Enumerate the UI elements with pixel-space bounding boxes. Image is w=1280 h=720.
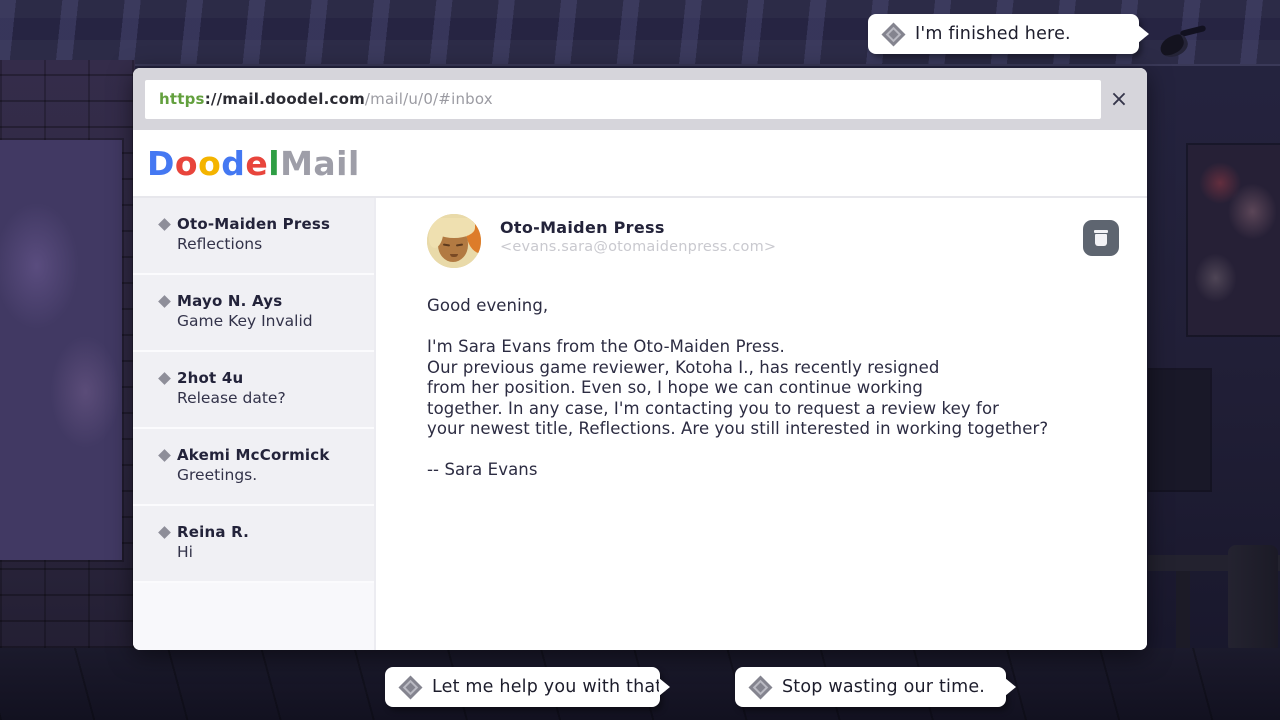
body-line: I'm Sara Evans from the Oto-Maiden Press… xyxy=(427,337,1119,358)
url-host: ://mail.doodel.com xyxy=(205,90,365,108)
mail-item-subject: Game Key Invalid xyxy=(177,312,364,330)
mail-item-sender: Akemi McCormick xyxy=(177,446,330,464)
ceiling-lamp xyxy=(1160,28,1206,58)
mail-list-item-mayo-n-ays[interactable]: Mayo N. Ays Game Key Invalid xyxy=(133,275,374,352)
bubble-tail xyxy=(1005,678,1016,696)
choice-label: Stop wasting our time. xyxy=(782,677,985,697)
body-line xyxy=(427,440,1119,461)
logo-letter: o xyxy=(175,144,198,183)
mail-item-sender: Mayo N. Ays xyxy=(177,292,282,310)
logo-letter: l xyxy=(268,144,280,183)
logo-letter: o xyxy=(198,144,221,183)
message-body: Good evening, I'm Sara Evans from the Ot… xyxy=(427,296,1119,481)
trash-icon xyxy=(1094,230,1108,246)
diamond-bullet-icon xyxy=(158,372,171,385)
body-line: Our previous game reviewer, Kotoha I., h… xyxy=(427,358,1119,379)
trash-can-silhouette xyxy=(1228,545,1278,655)
avatar xyxy=(427,214,481,268)
choice-label: I'm finished here. xyxy=(915,24,1071,44)
message-sender-address: <evans.sara@otomaidenpress.com> xyxy=(500,239,776,255)
logo-letter: d xyxy=(221,144,245,183)
browser-chrome: https://mail.doodel.com/mail/u/0/#inbox … xyxy=(133,68,1147,130)
message-header: Oto-Maiden Press <evans.sara@otomaidenpr… xyxy=(427,214,1119,268)
bubble-tail xyxy=(1138,25,1149,43)
logo-letter: e xyxy=(245,144,268,183)
mail-item-subject: Release date? xyxy=(177,389,364,407)
sender-block: Oto-Maiden Press <evans.sara@otomaidenpr… xyxy=(500,214,776,255)
left-wall-poster xyxy=(0,140,122,560)
mail-item-sender: Oto-Maiden Press xyxy=(177,215,330,233)
diamond-bullet-icon xyxy=(158,449,171,462)
choice-diamond-icon xyxy=(748,675,772,699)
mail-list-item-akemi-mccormick[interactable]: Akemi McCormick Greetings. xyxy=(133,429,374,506)
mail-item-sender: Reina R. xyxy=(177,523,249,541)
choice-im-finished-here[interactable]: I'm finished here. xyxy=(868,14,1139,54)
bubble-tail xyxy=(659,678,670,696)
mail-content: Oto-Maiden Press Reflections Mayo N. Ays… xyxy=(133,198,1147,650)
browser-window: https://mail.doodel.com/mail/u/0/#inbox … xyxy=(133,68,1147,650)
right-wall-poster xyxy=(1188,145,1280,335)
delete-mail-button[interactable] xyxy=(1083,220,1119,256)
body-line: together. In any case, I'm contacting yo… xyxy=(427,399,1119,420)
mail-item-subject: Hi xyxy=(177,543,364,561)
mail-list-item-2hot-4u[interactable]: 2hot 4u Release date? xyxy=(133,352,374,429)
body-line: from her position. Even so, I hope we ca… xyxy=(427,378,1119,399)
body-line xyxy=(427,317,1119,338)
message-sender-name: Oto-Maiden Press xyxy=(500,218,776,237)
mail-item-subject: Greetings. xyxy=(177,466,364,484)
choice-diamond-icon xyxy=(398,675,422,699)
mail-list-item-oto-maiden-press[interactable]: Oto-Maiden Press Reflections xyxy=(133,198,374,275)
diamond-bullet-icon xyxy=(158,526,171,539)
choice-stop-wasting-our-time[interactable]: Stop wasting our time. xyxy=(735,667,1006,707)
choice-let-me-help-you[interactable]: Let me help you with that. xyxy=(385,667,660,707)
diamond-bullet-icon xyxy=(158,218,171,231)
body-line: your newest title, Reflections. Are you … xyxy=(427,419,1119,440)
diamond-bullet-icon xyxy=(158,295,171,308)
choice-label: Let me help you with that. xyxy=(432,677,668,697)
mail-list-item-reina-r[interactable]: Reina R. Hi xyxy=(133,506,374,583)
url-bar[interactable]: https://mail.doodel.com/mail/u/0/#inbox xyxy=(145,80,1101,119)
url-scheme: https xyxy=(159,90,205,108)
inbox-sidebar: Oto-Maiden Press Reflections Mayo N. Ays… xyxy=(133,198,376,650)
url-path: /mail/u/0/#inbox xyxy=(365,90,493,108)
body-line: Good evening, xyxy=(427,296,1119,317)
message-pane: Oto-Maiden Press <evans.sara@otomaidenpr… xyxy=(376,198,1147,650)
close-icon[interactable]: × xyxy=(1101,80,1137,119)
mail-app-header: DoodelMail xyxy=(133,130,1147,198)
body-line: -- Sara Evans xyxy=(427,460,1119,481)
mail-item-subject: Reflections xyxy=(177,235,364,253)
doodelmail-logo: DoodelMail xyxy=(147,144,360,183)
wall-frame xyxy=(1150,370,1210,490)
logo-suffix: Mail xyxy=(280,144,360,183)
mail-item-sender: 2hot 4u xyxy=(177,369,243,387)
logo-letter: D xyxy=(147,144,175,183)
choice-diamond-icon xyxy=(881,22,905,46)
